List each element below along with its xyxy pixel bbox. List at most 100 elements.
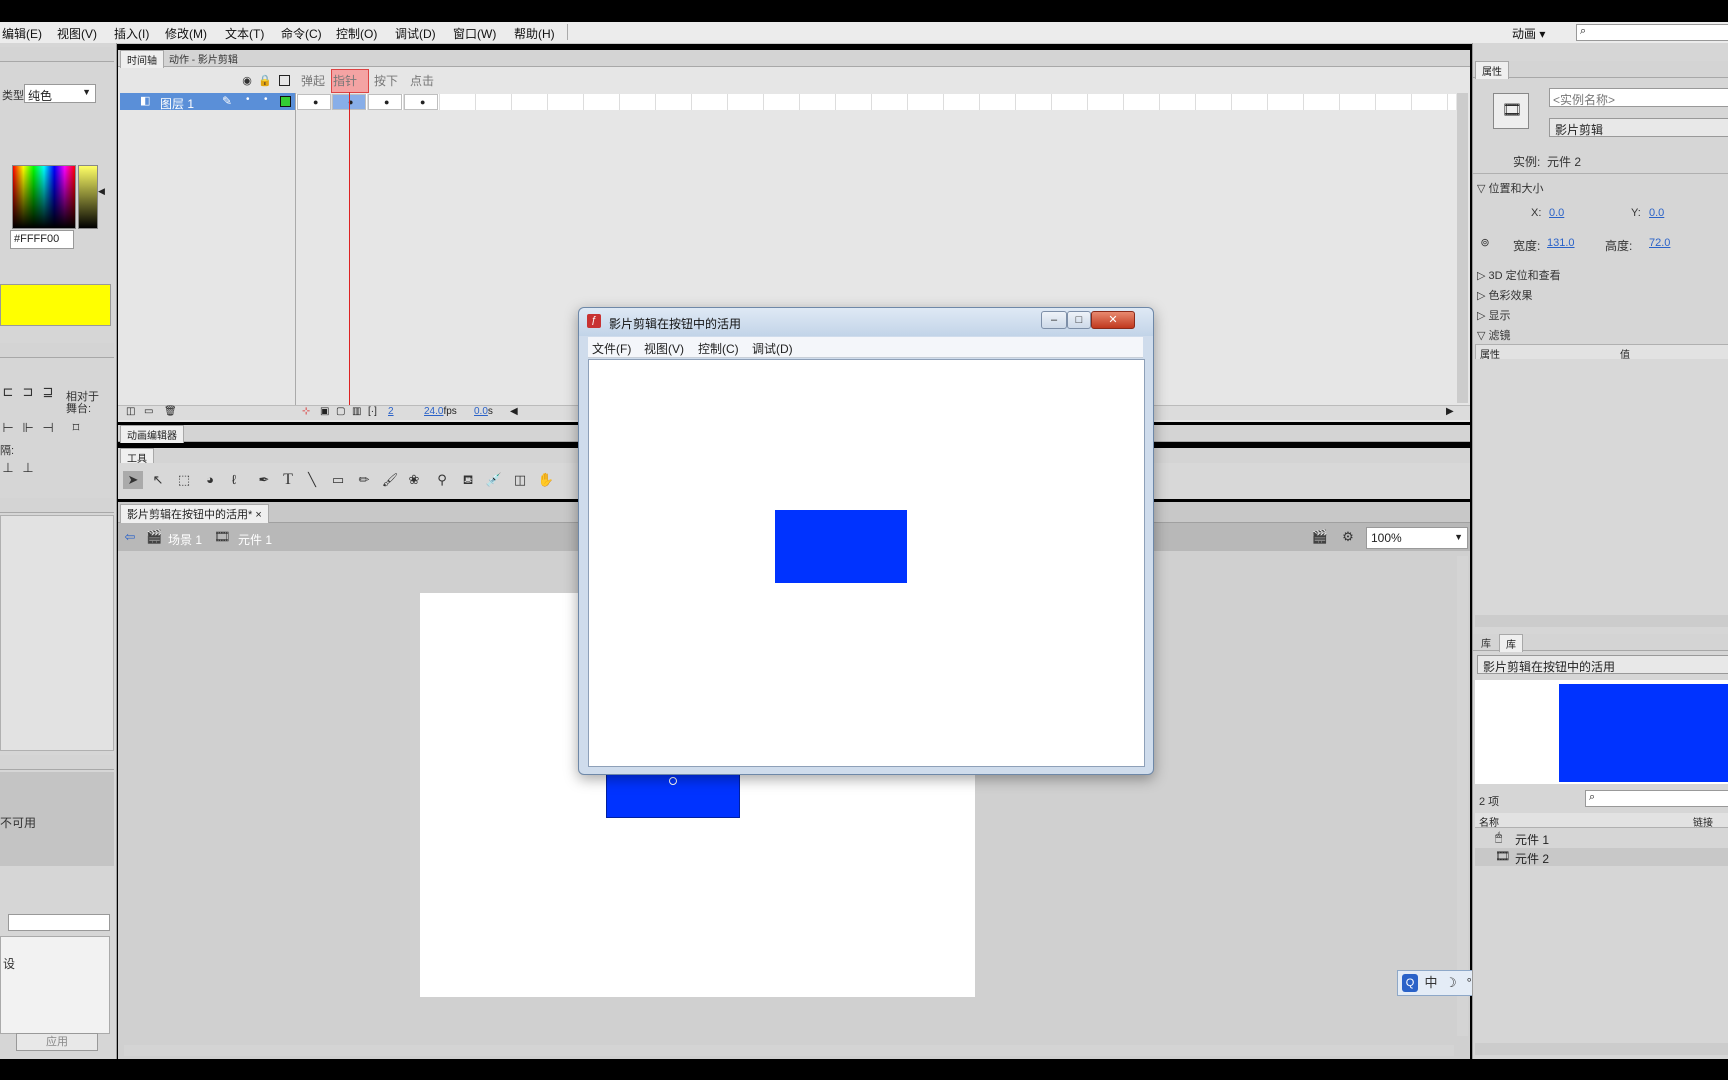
lock-dot-icon[interactable]: • <box>264 94 268 105</box>
width-value[interactable]: 131.0 <box>1547 237 1575 249</box>
menu-control[interactable]: 控制(O) <box>336 25 377 42</box>
edit-scene-icon[interactable]: 🎬 <box>1310 528 1330 546</box>
ime-logo-icon[interactable]: Q <box>1402 974 1418 992</box>
library-search-input[interactable]: ⌕ <box>1585 790 1728 807</box>
eraser-tool-icon[interactable]: ◫ <box>510 471 530 489</box>
pencil-tool-icon[interactable]: ✏ <box>354 471 374 489</box>
eye-icon[interactable]: ◉ <box>240 72 254 90</box>
fill-type-select[interactable]: 纯色 ▼ <box>24 84 96 103</box>
breadcrumb-symbol[interactable]: 元件 1 <box>238 531 272 548</box>
link-size-icon[interactable]: ⊚ <box>1477 234 1493 252</box>
timeline-scrollbar[interactable] <box>1457 93 1468 403</box>
tab-library-2[interactable]: 库 <box>1499 634 1523 652</box>
align-center-icon[interactable]: ⊐ <box>20 383 36 401</box>
eyedropper-tool-icon[interactable]: 💉 <box>484 471 504 489</box>
center-frame-icon[interactable]: ⊹ <box>302 406 310 417</box>
stage-vertical-scrollbar[interactable] <box>1457 556 1468 1036</box>
layer-row[interactable]: ◧ 图层 1 ✎ • • <box>120 93 296 111</box>
close-tab-icon[interactable]: × <box>255 509 261 521</box>
preview-window-titlebar[interactable]: ƒ 影片剪辑在按钮中的活用 – □ ✕ <box>579 308 1153 336</box>
menu-window[interactable]: 窗口(W) <box>453 25 496 42</box>
tab-properties[interactable]: 属性 <box>1475 61 1509 79</box>
scroll-right-icon[interactable]: ▶ <box>1446 406 1454 417</box>
preset-list-item[interactable]: 设 <box>3 955 15 972</box>
minimize-button[interactable]: – <box>1041 311 1067 329</box>
library-document-select[interactable]: 影片剪辑在按钮中的活用 <box>1477 655 1728 674</box>
keyframe-1[interactable]: ● <box>297 94 331 110</box>
outline-icon[interactable] <box>279 75 290 86</box>
hex-color-input[interactable]: #FFFF00 <box>10 230 74 249</box>
stage-horizontal-scrollbar[interactable] <box>124 1045 1454 1056</box>
section-display[interactable]: ▷ 显示 <box>1477 307 1511 323</box>
frame-rate[interactable]: 24.0fps <box>424 406 457 417</box>
back-arrow-icon[interactable]: ⇦ <box>122 528 138 546</box>
preview-stage[interactable] <box>588 359 1145 767</box>
library-item[interactable]: 🖱 元件 1 <box>1475 829 1728 847</box>
paint-bucket-tool-icon[interactable]: ⛾ <box>458 471 478 489</box>
edit-symbol-icon[interactable]: ⚙ <box>1338 528 1358 546</box>
close-button[interactable]: ✕ <box>1091 311 1135 329</box>
scroll-left-icon[interactable]: ◀ <box>510 406 518 417</box>
preview-blue-rectangle[interactable] <box>775 510 907 583</box>
onion-skin-icon[interactable]: ▣ <box>320 406 329 417</box>
free-transform-tool-icon[interactable]: ⬚ <box>174 471 194 489</box>
subselection-tool-icon[interactable]: ↖ <box>148 471 168 489</box>
tab-motion-editor[interactable]: 动画编辑器 <box>120 425 184 443</box>
apply-button[interactable]: 应用 <box>16 1033 98 1051</box>
space-evenly-icon[interactable]: ⊥ <box>20 459 36 477</box>
brush-tool-icon[interactable]: 🖌 <box>380 471 400 489</box>
tab-actions[interactable]: 动作 - 影片剪辑 <box>163 50 244 67</box>
align-right-icon[interactable]: ⊒ <box>40 383 56 401</box>
match-size-icon[interactable]: ⊥ <box>0 459 16 477</box>
keyframe-3[interactable]: ● <box>368 94 402 110</box>
menu-help[interactable]: 帮助(H) <box>514 25 555 42</box>
preview-menu-control[interactable]: 控制(C) <box>698 340 739 357</box>
tab-timeline[interactable]: 时间轴 <box>120 50 164 68</box>
y-value[interactable]: 0.0 <box>1649 207 1664 219</box>
bone-tool-icon[interactable]: ⚲ <box>432 471 452 489</box>
maximize-button[interactable]: □ <box>1067 311 1091 329</box>
layer-color-icon[interactable] <box>280 96 291 107</box>
menu-debug[interactable]: 调试(D) <box>395 25 436 42</box>
edit-multiple-icon[interactable]: ▥ <box>352 406 361 417</box>
section-filters[interactable]: ▽ 滤镜 <box>1477 327 1511 343</box>
section-color-effect[interactable]: ▷ 色彩效果 <box>1477 287 1533 303</box>
distribute-left-icon[interactable]: ⊢ <box>0 419 16 437</box>
lock-icon[interactable]: 🔒 <box>258 72 272 90</box>
text-tool-icon[interactable]: T <box>278 471 298 489</box>
visibility-dot-icon[interactable]: • <box>246 94 250 105</box>
brightness-slider[interactable] <box>78 165 98 229</box>
new-layer-icon[interactable]: ◫ <box>126 406 135 417</box>
rectangle-tool-icon[interactable]: ▭ <box>328 471 348 489</box>
ime-chinese-mode[interactable]: 中 <box>1422 974 1440 992</box>
height-value[interactable]: 72.0 <box>1649 237 1670 249</box>
frame-strip[interactable] <box>296 94 1456 110</box>
ime-halfwidth-icon[interactable]: ☽ <box>1442 974 1460 992</box>
deco-tool-icon[interactable]: ❀ <box>404 471 424 489</box>
tab-library-1[interactable]: 库 <box>1475 634 1497 651</box>
instance-type-select[interactable]: 影片剪辑 <box>1549 118 1728 137</box>
lasso-tool-icon[interactable]: ℓ <box>224 471 244 489</box>
color-spectrum-picker[interactable] <box>12 165 76 229</box>
hand-tool-icon[interactable]: ✋ <box>536 471 556 489</box>
align-left-icon[interactable]: ⊏ <box>0 383 16 401</box>
preview-menu-file[interactable]: 文件(F) <box>592 340 631 357</box>
preview-menu-view[interactable]: 视图(V) <box>644 340 684 357</box>
preset-search-input[interactable] <box>8 914 110 931</box>
3d-rotation-tool-icon[interactable]: ◕ <box>200 471 220 489</box>
menu-view[interactable]: 视图(V) <box>57 25 97 42</box>
modify-markers-icon[interactable]: [·] <box>368 406 377 417</box>
delete-layer-icon[interactable]: 🗑 <box>164 406 177 417</box>
x-value[interactable]: 0.0 <box>1549 207 1564 219</box>
align-to-stage-icon[interactable]: ⌑ <box>68 419 84 437</box>
menu-commands[interactable]: 命令(C) <box>281 25 322 42</box>
new-folder-icon[interactable]: ▭ <box>144 406 153 417</box>
breadcrumb-scene[interactable]: 场景 1 <box>168 531 202 548</box>
menu-insert[interactable]: 插入(I) <box>114 25 149 42</box>
zoom-select[interactable]: 100% ▼ <box>1366 527 1468 549</box>
menu-modify[interactable]: 修改(M) <box>165 25 207 42</box>
elapsed-time[interactable]: 0.0s <box>474 406 493 417</box>
distribute-right-icon[interactable]: ⊣ <box>40 419 56 437</box>
menu-edit[interactable]: 编辑(E) <box>2 25 42 42</box>
workspace-switcher[interactable]: 动画 ▾ <box>1512 25 1545 42</box>
